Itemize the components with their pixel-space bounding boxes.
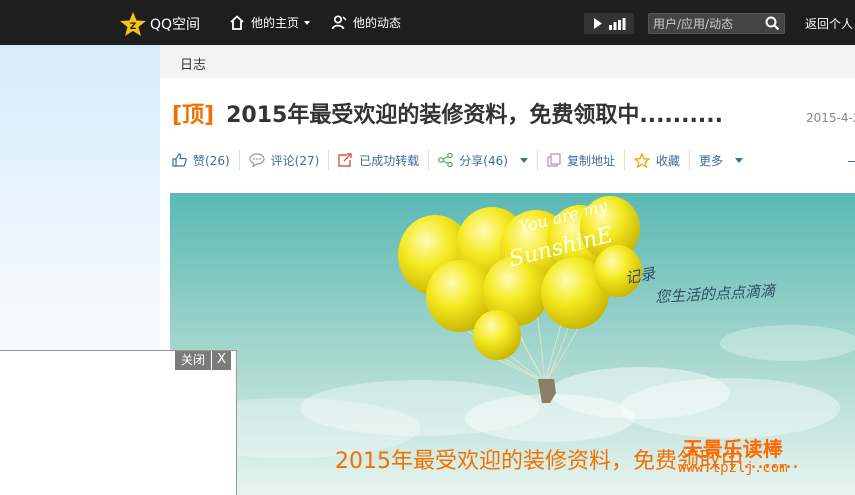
music-player-button[interactable] [584,13,634,34]
comment-icon [249,153,265,167]
search-input[interactable] [653,15,763,32]
chevron-down-icon [734,157,743,163]
copy-link-button[interactable]: 复制地址 [538,149,625,171]
like-label: 赞(26) [193,153,230,168]
qzone-star-icon: Z [120,12,146,36]
back-to-profile-link[interactable]: 返回个人 [805,15,853,32]
logo-text: QQ空间 [150,17,201,33]
play-icon [593,18,602,29]
post-title: 2015年最受欢迎的装修资料，免费领取中.......... [226,103,723,128]
repost-icon [338,153,352,167]
more-button[interactable]: 更多 [690,149,752,171]
more-label: 更多 [698,153,723,168]
favorite-label: 收藏 [655,153,680,168]
home-icon [230,15,244,30]
post-title-row: [顶] 2015年最受欢迎的装修资料，免费领取中.......... [172,97,723,129]
thumbs-up-icon [172,153,187,167]
repost-button[interactable]: 已成功转载 [329,149,430,171]
equalizer-icon [608,17,625,30]
copy-icon [547,153,561,167]
section-label-blog[interactable]: 日志 [180,54,206,73]
share-icon [438,153,454,167]
post-actions-bar: 赞(26) 评论(27) 已成功转载 分享(46) 复制地址 收藏 更多 [172,149,752,171]
chevron-down-icon [304,20,311,25]
top-navbar: Z QQ空间 他的主页 他的动态 返回个人 [0,0,855,45]
floating-popup: 关闭 X [0,350,237,495]
popup-close-button[interactable]: 关闭 X [175,351,232,370]
share-label: 分享(46) [459,153,508,168]
watermark-title: 天景乐读棒 [682,437,783,461]
svg-text:Z: Z [130,22,137,32]
star-icon [633,152,650,168]
nav-feed-label: 他的动态 [353,16,402,30]
qzone-logo[interactable]: Z QQ空间 [119,11,200,37]
divider [848,161,855,162]
like-button[interactable]: 赞(26) [172,149,240,171]
blog-banner-image: You are my SunshinE 记录 您生活的点点滴滴 2015年最受欢… [170,193,855,495]
comment-label: 评论(27) [270,153,320,168]
pinned-tag: [顶] [172,103,215,128]
repost-label: 已成功转载 [359,153,420,168]
popup-close-label[interactable]: 关闭 [175,351,212,370]
blog-content: 日志 [顶] 2015年最受欢迎的装修资料，免费领取中.......... 20… [160,45,855,495]
copy-link-label: 复制地址 [566,153,615,168]
share-button[interactable]: 分享(46) [429,149,538,171]
nav-his-feed[interactable]: 他的动态 [331,14,401,31]
comment-button[interactable]: 评论(27) [240,149,330,171]
watermark-url: www.tpzlj.com [678,460,788,476]
favorite-button[interactable]: 收藏 [625,149,690,171]
search-box [648,13,785,34]
nav-his-homepage[interactable]: 他的主页 [229,14,311,31]
post-date: 2015-4-2 [806,111,855,125]
watermark: 天景乐读棒 www.tpzlj.com [678,439,788,475]
nav-home-label: 他的主页 [251,16,300,30]
section-header: 日志 [160,45,855,78]
search-icon[interactable] [765,16,780,31]
chevron-down-icon[interactable] [519,157,528,163]
close-icon[interactable]: X [212,351,232,370]
person-icon [331,15,347,30]
